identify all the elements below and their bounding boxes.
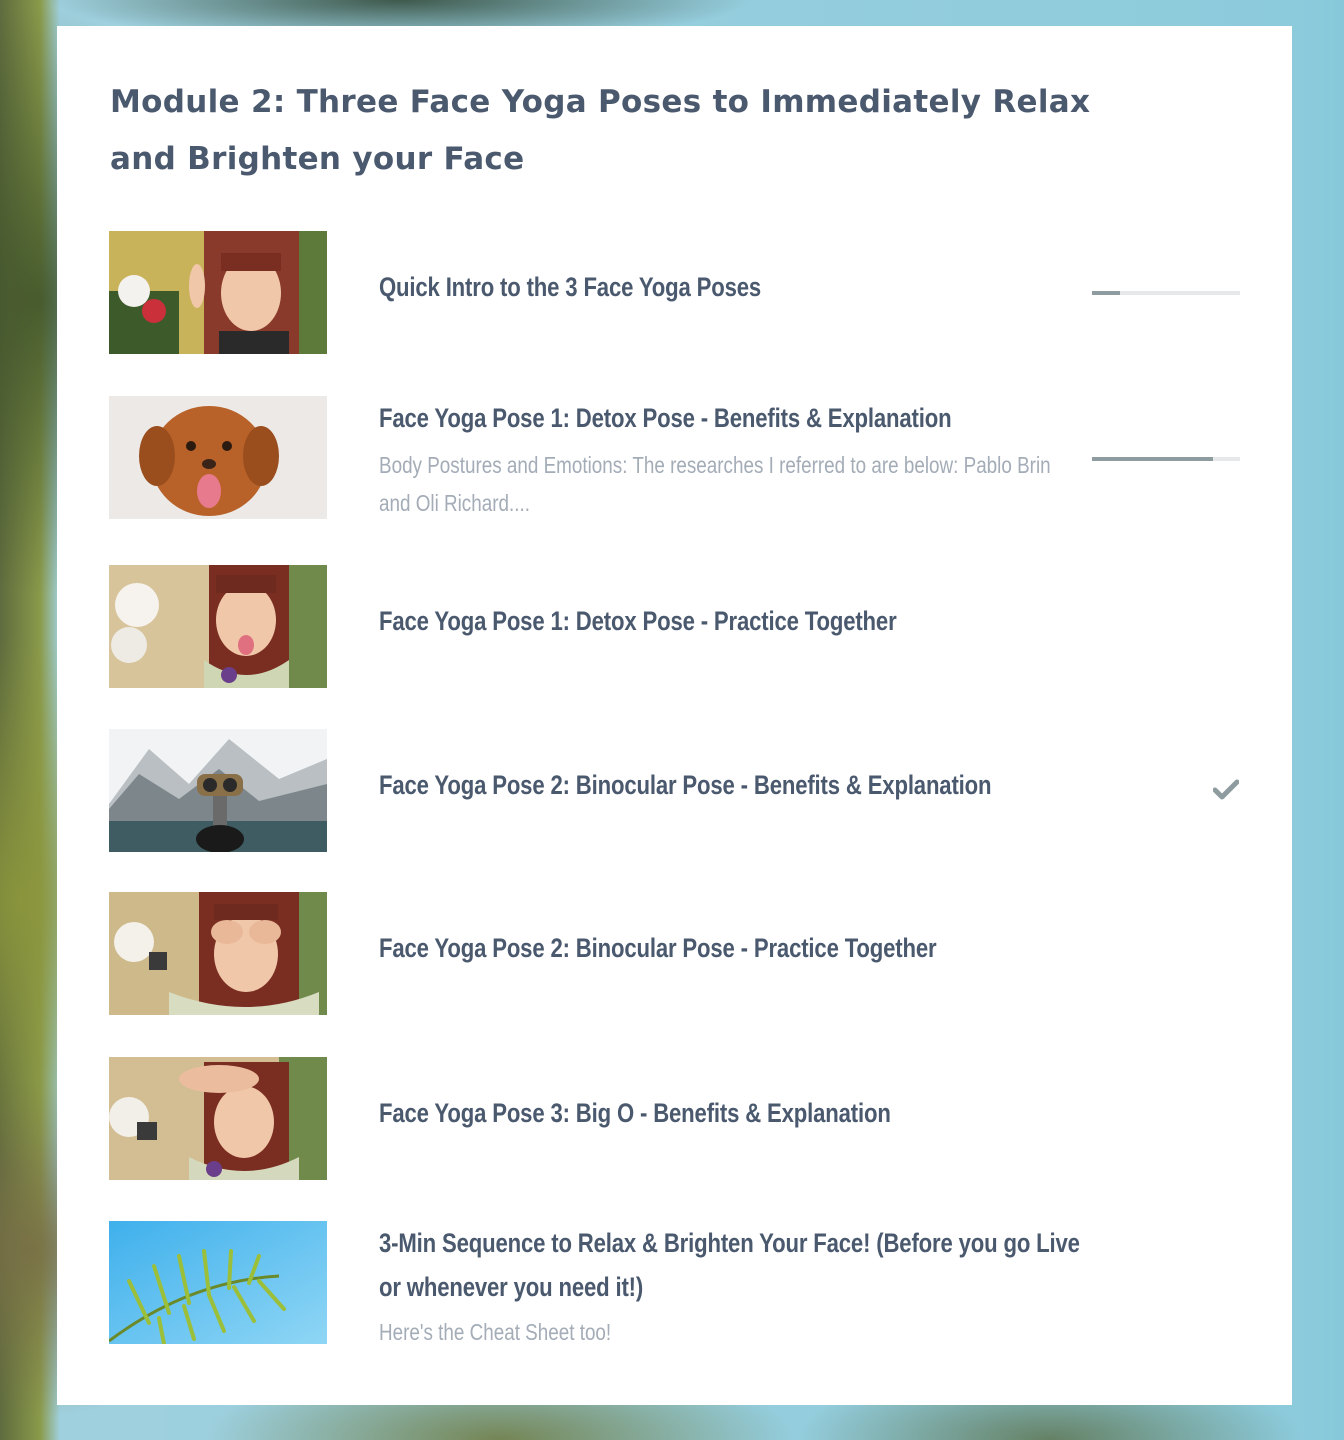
lesson-title[interactable]: Face Yoga Pose 3: Big O - Benefits & Exp… — [379, 1091, 1084, 1135]
lesson-title[interactable]: Face Yoga Pose 1: Detox Pose - Practice … — [379, 599, 1084, 643]
lesson-description: Body Postures and Emotions: The research… — [379, 452, 1051, 516]
lesson-title[interactable]: 3-Min Sequence to Relax & Brighten Your … — [379, 1221, 1084, 1309]
lesson-item[interactable]: Face Yoga Pose 2: Binocular Pose - Pract… — [109, 892, 1240, 1016]
progress-bar — [1092, 457, 1240, 461]
lesson-title[interactable]: Face Yoga Pose 1: Detox Pose - Benefits … — [379, 396, 1084, 440]
progress-fill — [1092, 291, 1121, 295]
woman-hand-binoculars-thumbnail[interactable] — [109, 892, 327, 1015]
lesson-item[interactable]: Face Yoga Pose 2: Binocular Pose - Benef… — [109, 729, 1240, 853]
lesson-title[interactable]: Face Yoga Pose 2: Binocular Pose - Benef… — [379, 763, 1084, 807]
lesson-description: Here's the Cheat Sheet too! — [379, 1319, 612, 1345]
lesson-title[interactable]: Quick Intro to the 3 Face Yoga Poses — [379, 265, 1084, 309]
lesson-title[interactable]: Face Yoga Pose 2: Binocular Pose - Pract… — [379, 926, 1084, 970]
progress-bar — [1092, 291, 1240, 295]
woman-hand-forehead-thumbnail[interactable] — [109, 1057, 327, 1180]
palm-leaf-sky-thumbnail[interactable] — [109, 1221, 327, 1344]
binoculars-lake-thumbnail[interactable] — [109, 729, 327, 852]
lesson-item[interactable]: Face Yoga Pose 1: Detox Pose - Benefits … — [109, 396, 1240, 520]
check-icon — [1213, 779, 1239, 800]
dog-tongue-out-thumbnail[interactable] — [109, 396, 327, 519]
lesson-item[interactable]: Face Yoga Pose 3: Big O - Benefits & Exp… — [109, 1057, 1240, 1181]
lesson-item[interactable]: 3-Min Sequence to Relax & Brighten Your … — [109, 1221, 1240, 1361]
woman-tongue-out-thumbnail[interactable] — [109, 565, 327, 688]
module-title: Module 2: Three Face Yoga Poses to Immed… — [110, 84, 1091, 177]
woman-waving-thumbnail[interactable] — [109, 231, 327, 354]
lesson-item[interactable]: Quick Intro to the 3 Face Yoga Poses — [109, 231, 1240, 355]
module-card: Module 2: Three Face Yoga Poses to Immed… — [57, 26, 1292, 1405]
progress-fill — [1092, 457, 1214, 461]
lesson-item[interactable]: Face Yoga Pose 1: Detox Pose - Practice … — [109, 565, 1240, 689]
